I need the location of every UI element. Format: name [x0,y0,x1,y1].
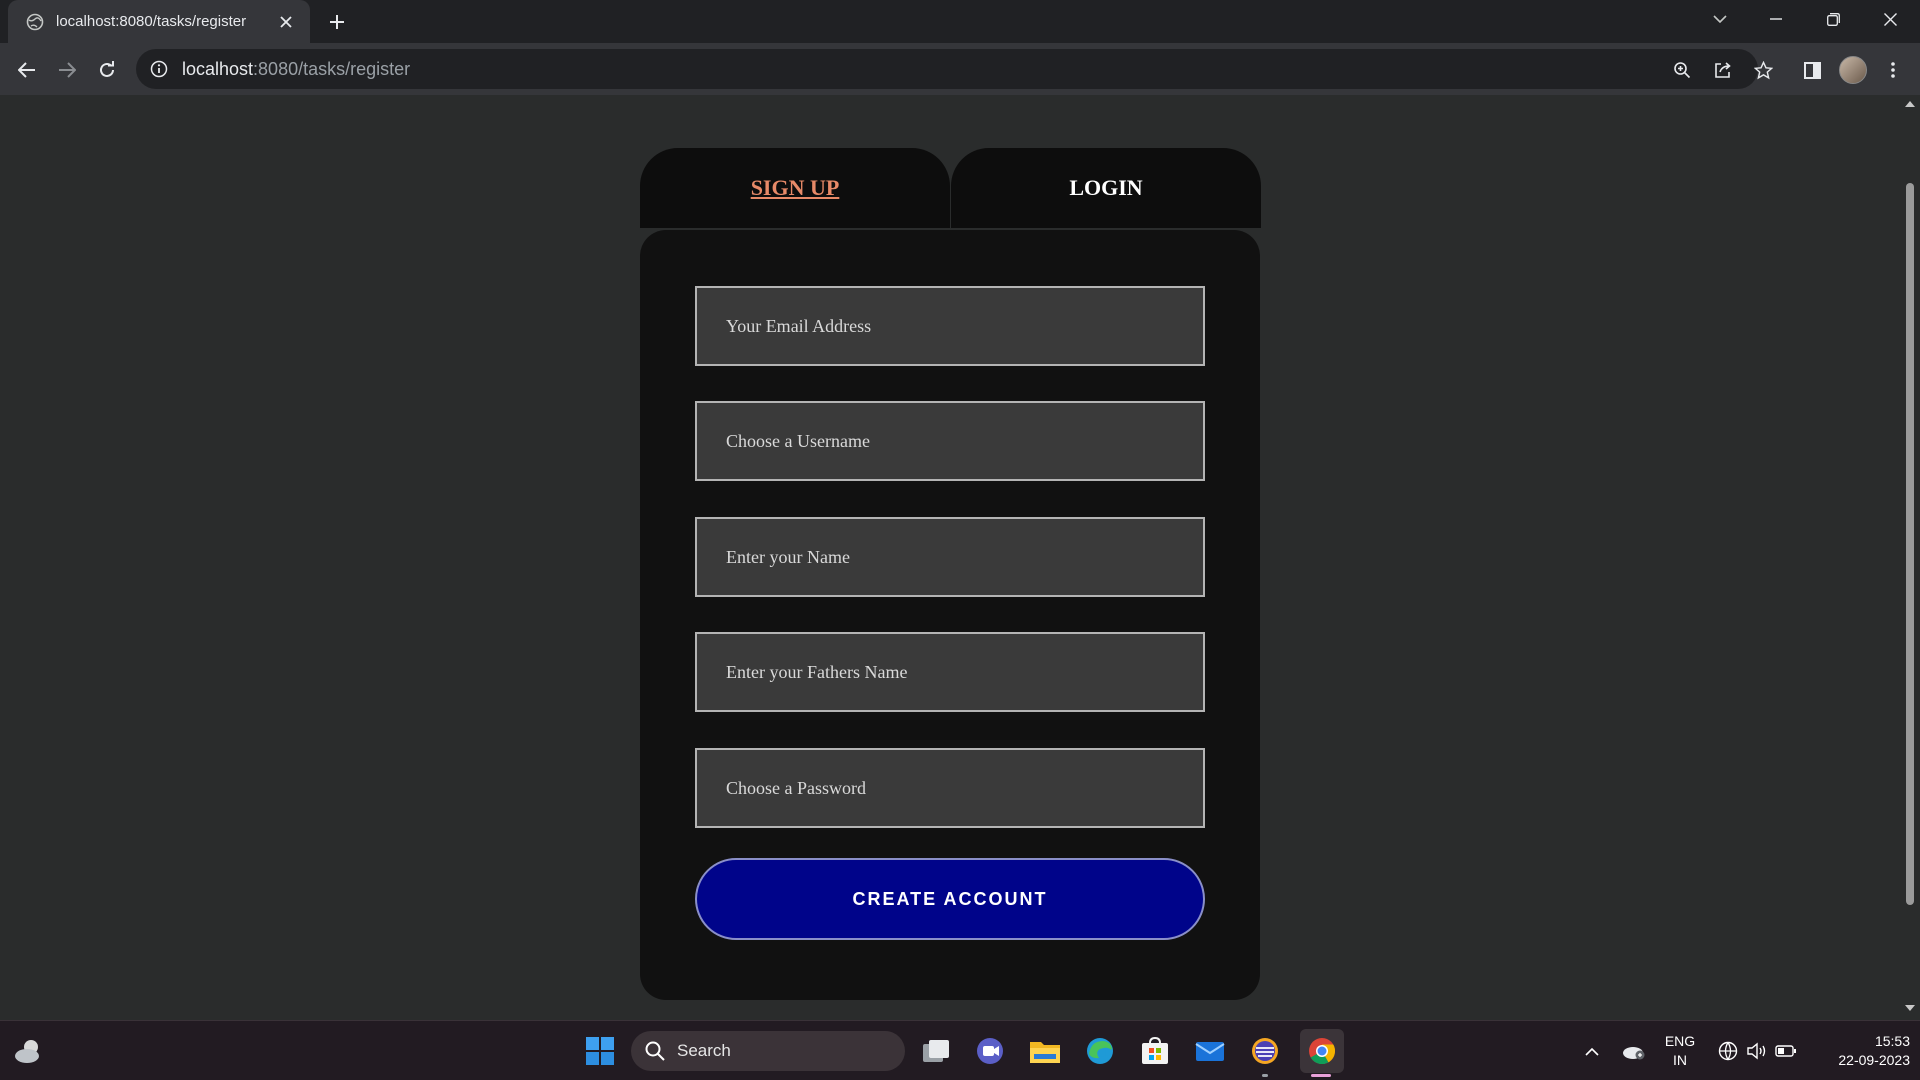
star-icon [1753,60,1773,79]
tab-title: localhost:8080/tasks/register [56,13,247,30]
side-panel-button[interactable] [1795,53,1829,87]
mail-icon [1195,1042,1225,1061]
page-scrollbar[interactable] [1900,95,1920,1020]
app-button[interactable] [1245,1031,1285,1071]
create-account-button[interactable]: CREATE ACCOUNT [695,858,1205,940]
reload-icon [100,61,114,77]
task-view-icon [923,1040,949,1062]
windows-start-icon [586,1037,614,1065]
plus-icon [330,15,344,29]
search-label: Search [677,1041,731,1060]
running-indicator [1262,1074,1268,1077]
minimize-button[interactable] [1748,0,1804,38]
weather-widget[interactable] [9,1031,49,1071]
page-viewport: SIGN UP LOGIN CREATE ACCOUNT [0,95,1900,1020]
language-indicator[interactable]: ENG IN [1656,1032,1704,1070]
file-explorer-icon [1030,1042,1060,1063]
reload-button[interactable] [90,53,124,87]
store-button[interactable] [1135,1031,1175,1071]
battery-icon [1775,1045,1796,1057]
browser-toolbar: localhost:8080/tasks/register [0,43,1920,95]
battery-tray[interactable] [1766,1031,1806,1071]
name-field[interactable] [695,517,1205,597]
onedrive-icon [1623,1047,1645,1060]
chevron-down-icon [1713,15,1727,23]
forward-button[interactable] [50,53,84,87]
back-icon [18,62,35,78]
bookmark-button[interactable] [1746,53,1780,87]
chrome-icon [1309,1038,1336,1065]
chrome-button[interactable] [1300,1029,1344,1073]
store-icon [1142,1037,1168,1064]
tab-signup[interactable]: SIGN UP [640,148,950,228]
windows-taskbar: Search ENG IN 15:53 22-09-2023 [0,1020,1920,1080]
edge-icon [1087,1038,1113,1064]
minimize-icon [1770,18,1782,20]
kebab-menu-icon [1891,62,1895,78]
tab-login[interactable]: LOGIN [951,148,1261,228]
scroll-up-arrow[interactable] [1905,101,1915,107]
task-view-button[interactable] [916,1031,956,1071]
back-button[interactable] [10,53,44,87]
start-button[interactable] [580,1031,620,1071]
close-icon [1883,12,1897,26]
signup-form: CREATE ACCOUNT [640,230,1260,1000]
tray-chevron-icon [1585,1047,1599,1056]
zoom-icon [1674,62,1691,79]
weather-icon [15,1040,39,1063]
profile-button[interactable] [1836,53,1870,87]
tray-overflow-button[interactable] [1572,1031,1612,1071]
tab-search-button[interactable] [1692,0,1748,38]
mail-button[interactable] [1190,1031,1230,1071]
url-host: localhost [182,58,254,79]
restore-button[interactable] [1805,0,1861,38]
search-icon [645,1041,665,1061]
globe-icon [26,13,44,30]
zoom-button[interactable] [1665,53,1699,87]
scroll-down-arrow[interactable] [1905,1005,1915,1011]
taskbar-search[interactable]: Search [631,1031,905,1071]
info-icon[interactable] [150,60,168,78]
restore-icon [1826,12,1840,26]
fathers-name-field[interactable] [695,632,1205,712]
browser-tab-strip: localhost:8080/tasks/register [0,0,1920,43]
auth-tabs: SIGN UP LOGIN [640,148,1261,228]
share-button[interactable] [1706,53,1740,87]
clock-time: 15:53 [1874,1033,1910,1049]
close-window-button[interactable] [1862,0,1918,38]
language-code: ENG [1664,1033,1696,1049]
volume-icon [1747,1042,1766,1060]
menu-button[interactable] [1876,53,1910,87]
address-bar[interactable]: localhost:8080/tasks/register [136,49,1758,89]
clock-date: 22-09-2023 [1838,1052,1910,1068]
region-code: IN [1673,1052,1687,1068]
network-icon [1718,1041,1738,1061]
password-field[interactable] [695,748,1205,828]
username-field[interactable] [695,401,1205,481]
email-field[interactable] [695,286,1205,366]
file-explorer-button[interactable] [1025,1031,1065,1071]
forward-icon [59,62,76,78]
browser-tab[interactable]: localhost:8080/tasks/register [8,0,310,43]
new-tab-button[interactable] [322,8,352,36]
avatar [1839,56,1867,84]
teams-button[interactable] [970,1031,1010,1071]
side-panel-icon [1803,61,1821,79]
url-path: :8080/tasks/register [253,58,411,79]
teams-icon [977,1038,1003,1064]
scroll-thumb[interactable] [1906,183,1914,905]
close-icon[interactable] [276,12,296,32]
edge-button[interactable] [1080,1031,1120,1071]
app-icon [1252,1038,1278,1064]
active-indicator [1311,1074,1331,1077]
clock[interactable]: 15:53 22-09-2023 [1810,1032,1910,1070]
onedrive-tray[interactable] [1614,1031,1654,1071]
share-icon [1715,62,1731,78]
